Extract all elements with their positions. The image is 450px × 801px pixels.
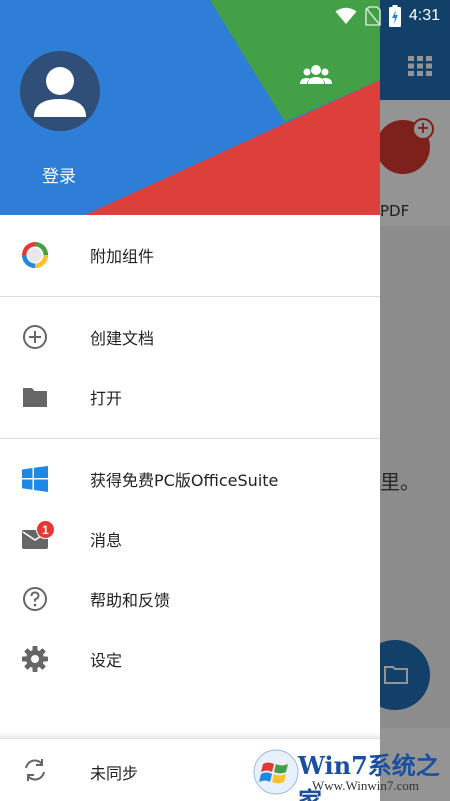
menu-item-label: 创建文档	[90, 329, 155, 348]
menu-item-addons[interactable]: 附加组件	[0, 225, 380, 285]
help-icon	[20, 584, 50, 614]
menu-item-label: 打开	[90, 389, 123, 408]
menu-item-label: 获得免费PC版OfficeSuite	[90, 471, 279, 490]
login-link[interactable]: 登录	[42, 162, 76, 187]
menu-item-label: 设定	[90, 651, 123, 670]
status-time: 4:31	[408, 7, 440, 24]
menu-item-messages[interactable]: 1 消息	[0, 509, 380, 569]
add-circle-icon	[20, 322, 50, 352]
divider	[0, 438, 380, 439]
windows-icon	[20, 464, 50, 494]
menu-item-help[interactable]: 帮助和反馈	[0, 569, 380, 629]
avatar[interactable]	[20, 51, 100, 131]
wifi-icon	[335, 7, 357, 24]
person-icon	[34, 67, 86, 117]
menu-item-get-pc-version[interactable]: 获得免费PC版OfficeSuite	[0, 449, 380, 509]
group-icon[interactable]	[300, 62, 332, 90]
menu-item-label: 消息	[90, 531, 123, 550]
message-count-badge: 1	[36, 520, 55, 539]
divider	[0, 296, 380, 297]
navigation-drawer: 登录 附加组件 创建文档 打开 获得免费PC版OfficeSuite 1 消息 …	[0, 0, 380, 801]
menu-item-open[interactable]: 打开	[0, 367, 380, 427]
sync-icon	[20, 755, 50, 785]
status-bar: 4:31	[0, 0, 450, 32]
sync-status-label: 未同步	[90, 764, 139, 783]
menu-item-settings[interactable]: 设定	[0, 629, 380, 689]
watermark: Win7系统之家 Www.Winwin7.com	[248, 744, 450, 801]
watermark-url: Www.Winwin7.com	[312, 778, 419, 793]
settings-icon	[20, 644, 50, 674]
no-sim-icon	[365, 6, 381, 26]
menu-item-create-document[interactable]: 创建文档	[0, 307, 380, 367]
folder-icon	[20, 382, 50, 412]
windows-logo-icon	[253, 749, 299, 795]
add-ons-icon	[20, 240, 50, 270]
drawer-header: 登录	[0, 0, 380, 215]
menu-item-label: 附加组件	[90, 247, 155, 266]
battery-charging-icon	[388, 5, 401, 27]
menu-item-label: 帮助和反馈	[90, 591, 171, 610]
